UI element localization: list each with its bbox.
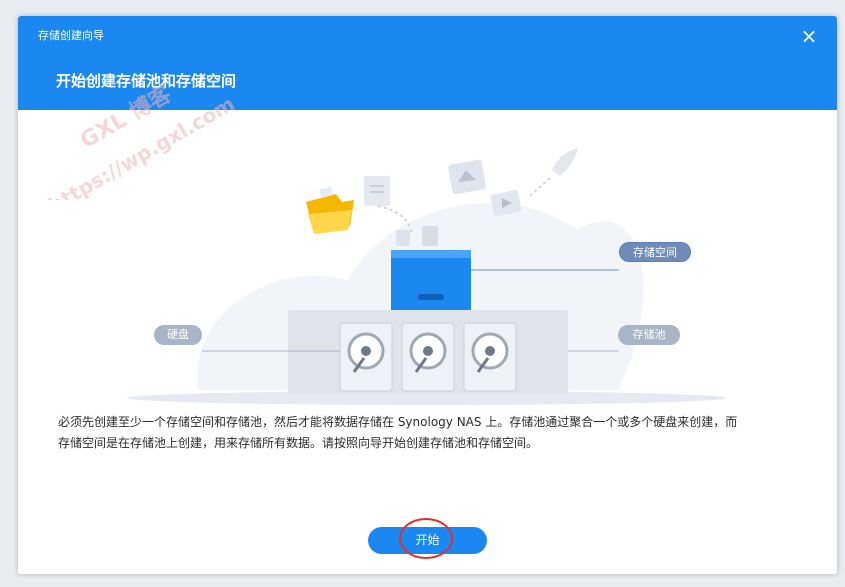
document-icon [364, 176, 390, 206]
storage-illustration [127, 148, 727, 405]
wizard-title: 存储创建向导 [38, 29, 104, 42]
label-storage-pool: 存储池 [618, 325, 680, 345]
description-text: 必须先创建至少一个存储空间和存储池，然后才能将数据存储在 Synology NA… [58, 412, 808, 454]
label-hard-disk: 硬盘 [154, 325, 202, 345]
rocket-icon [529, 148, 578, 197]
storage-space-volume [391, 250, 471, 310]
close-icon[interactable]: × [799, 26, 819, 46]
hard-disk-3 [463, 322, 517, 392]
storage-wizard-dialog: 存储创建向导 × 开始创建存储池和存储空间 存储空间 存储池 硬盘 必须先创建至… [18, 16, 837, 574]
dialog-header: 存储创建向导 × 开始创建存储池和存储空间 [18, 16, 837, 110]
step-title: 开始创建存储池和存储空间 [56, 72, 237, 90]
start-button[interactable]: 开始 [368, 527, 487, 554]
folder-icon [306, 186, 354, 234]
hard-disk-2 [401, 322, 455, 392]
label-storage-space: 存储空间 [619, 242, 691, 262]
description-line-1: 必须先创建至少一个存储空间和存储池，然后才能将数据存储在 Synology NA… [58, 415, 738, 429]
photo-icon [448, 159, 486, 195]
hard-disk-1 [339, 322, 393, 392]
description-line-2: 存储空间是在存储池上创建，用来存储所有数据。请按照向导开始创建存储池和存储空间。 [58, 436, 539, 450]
